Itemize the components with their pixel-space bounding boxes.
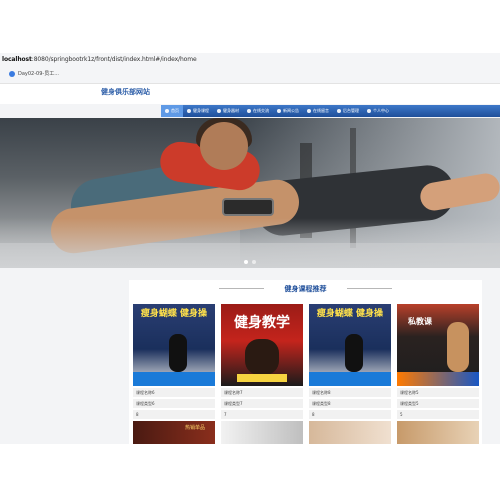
course-image-banner [237, 374, 287, 382]
course-card[interactable]: 健身教学 课程名称7 课程类型7 7 [221, 304, 303, 419]
nav-item-label: 健身课程 [193, 108, 209, 113]
course-name: 课程名称5 [397, 388, 479, 397]
forum-icon [247, 109, 251, 113]
course-card[interactable]: 瘦身蝴蝶 健身操 课程名称8 课程类型8 8 [309, 304, 391, 419]
course-recommend-section: 健身课程推荐 瘦身蝴蝶 健身操 课程名称6 课程类型6 8 健身教学 课程名称7… [129, 280, 482, 444]
nav-item-label: 个人中心 [373, 108, 389, 113]
nav-item-admin[interactable]: 后台管理 [333, 105, 363, 117]
course-name: 课程名称8 [309, 388, 391, 397]
address-bar[interactable]: localhost:8080/springbootrk1z/front/dist… [2, 56, 197, 63]
course-image[interactable] [397, 421, 479, 444]
carousel-dot-2[interactable] [252, 260, 256, 264]
course-image-figure [345, 334, 363, 372]
nav-item-label: 后台管理 [343, 108, 359, 113]
title-divider-right [347, 288, 392, 289]
user-icon [367, 109, 371, 113]
course-count: 8 [133, 410, 215, 419]
course-count: 5 [397, 410, 479, 419]
bookmark-label: Day02-09-员工... [18, 71, 59, 77]
course-name: 课程名称7 [221, 388, 303, 397]
nav-item-label: 新闻公告 [283, 108, 299, 113]
bottom-blank-area [0, 444, 500, 500]
course-image-caption: 热销单品 [184, 425, 205, 431]
hero-head-shape [200, 122, 248, 170]
admin-icon [337, 109, 341, 113]
bookmark-item[interactable]: Day02-09-员工... [9, 70, 59, 77]
course-type: 课程类型8 [309, 399, 391, 408]
nav-item-messages[interactable]: 在线留言 [303, 105, 333, 117]
nav-item-label: 健身器材 [223, 108, 239, 113]
carousel-indicators [0, 260, 500, 264]
carousel-dot-1[interactable] [244, 260, 248, 264]
course-image[interactable] [309, 421, 391, 444]
message-icon [307, 109, 311, 113]
course-name: 课程名称6 [133, 388, 215, 397]
course-image-figure [447, 322, 469, 372]
site-header: 健身俱乐部网站 [0, 84, 500, 104]
course-image[interactable]: 瘦身蝴蝶 健身操 [133, 304, 215, 386]
hero-carousel[interactable] [0, 118, 500, 268]
site-brand: 健身俱乐部网站 [101, 88, 150, 96]
nav-item-equipment[interactable]: 健身器材 [213, 105, 243, 117]
equipment-icon [217, 109, 221, 113]
nav-item-news[interactable]: 新闻公告 [273, 105, 303, 117]
course-type: 课程类型5 [397, 399, 479, 408]
section-title: 健身课程推荐 [284, 285, 327, 293]
nav-item-label: 在线交流 [253, 108, 269, 113]
course-image[interactable]: 私教课 [397, 304, 479, 386]
course-image-caption: 瘦身蝴蝶 健身操 [140, 309, 208, 319]
news-icon [277, 109, 281, 113]
course-type: 课程类型7 [221, 399, 303, 408]
course-image-banner [309, 372, 391, 386]
nav-item-profile[interactable]: 个人中心 [363, 105, 393, 117]
home-icon [165, 109, 169, 113]
course-card-list: 瘦身蝴蝶 健身操 课程名称6 课程类型6 8 健身教学 课程名称7 课程类型7 … [133, 304, 479, 419]
course-image-figure [169, 334, 187, 372]
nav-item-home[interactable]: 首页 [161, 105, 183, 117]
course-image-banner [397, 372, 479, 386]
course-count: 7 [221, 410, 303, 419]
course-count: 8 [309, 410, 391, 419]
course-image[interactable]: 热销单品 [133, 421, 215, 444]
address-host: localhost [2, 56, 32, 63]
course-image[interactable]: 健身教学 [221, 304, 303, 386]
course-image-caption: 瘦身蝴蝶 健身操 [316, 309, 384, 319]
course-card[interactable]: 私教课 课程名称5 课程类型5 5 [397, 304, 479, 419]
course-card-list-row2: 热销单品 [133, 421, 479, 444]
course-image-figure [245, 339, 279, 375]
course-icon [187, 109, 191, 113]
nav-item-label: 首页 [171, 108, 179, 113]
course-image[interactable] [221, 421, 303, 444]
nav-item-label: 在线留言 [313, 108, 329, 113]
nav-item-forum[interactable]: 在线交流 [243, 105, 273, 117]
course-image[interactable]: 瘦身蝴蝶 健身操 [309, 304, 391, 386]
course-card[interactable]: 瘦身蝴蝶 健身操 课程名称6 课程类型6 8 [133, 304, 215, 419]
main-nav: 首页 健身课程 健身器材 在线交流 新闻公告 在线留言 后台管理 个人中心 [161, 105, 500, 117]
page-content: 健身俱乐部网站 首页 健身课程 健身器材 在线交流 新闻公告 在线留言 后台管理… [0, 84, 500, 444]
address-path: :8080/springbootrk1z/front/dist/index.ht… [31, 56, 197, 63]
nav-item-courses[interactable]: 健身课程 [183, 105, 213, 117]
course-image-caption: 健身教学 [234, 315, 290, 331]
browser-bar: localhost:8080/springbootrk1z/front/dist… [0, 53, 500, 84]
bookmark-icon [9, 70, 15, 77]
course-image-banner [133, 372, 215, 386]
top-blank-area [0, 0, 500, 53]
course-type: 课程类型6 [133, 399, 215, 408]
hero-armband-shape [222, 198, 274, 216]
